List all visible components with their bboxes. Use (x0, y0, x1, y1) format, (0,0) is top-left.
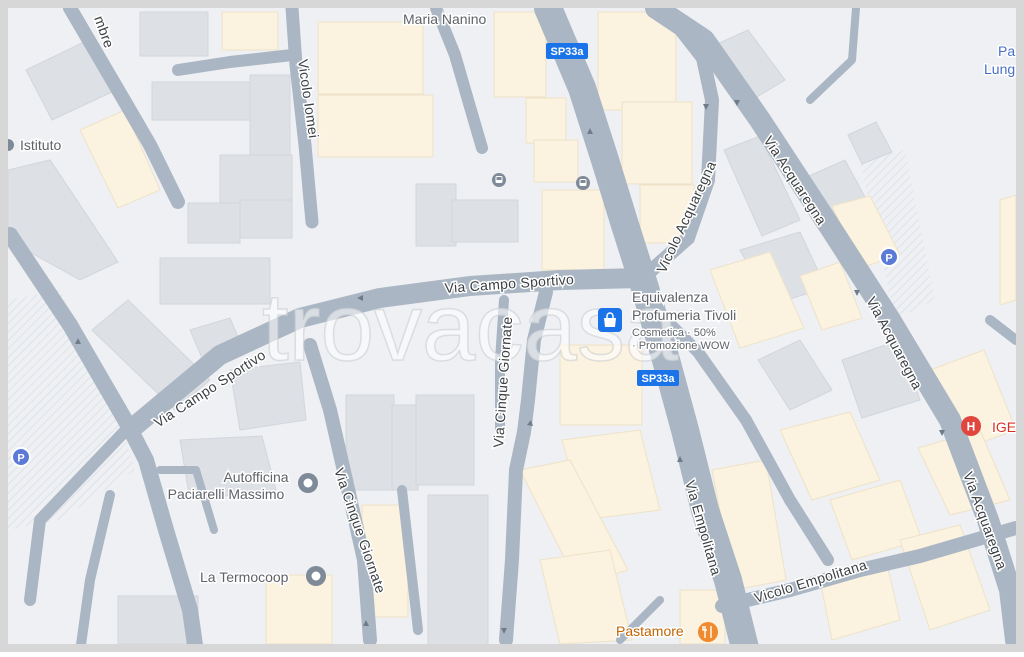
poi-desc-equivalenza-line2: · Promozione WOW (632, 340, 730, 352)
place-label-maria-nanino[interactable]: Maria Nanino (402, 10, 488, 29)
svg-text:SP33a: SP33a (641, 373, 675, 385)
bus-stop-icon[interactable] (492, 173, 506, 187)
poi-label-equivalenza-line1: Equivalenza (632, 289, 708, 305)
svg-text:H: H (967, 420, 976, 434)
poi-label-la-termocoop: La Termocoop (200, 569, 289, 585)
parking-icon[interactable]: P (879, 247, 899, 267)
route-shield-south[interactable]: SP33a (637, 370, 679, 386)
poi-label-equivalenza-line2: Profumeria Tivoli (632, 307, 736, 323)
poi-label-autofficina-line2: Paciarelli Massimo (168, 486, 285, 502)
bus-stop-icon[interactable] (576, 176, 590, 190)
place-label-lung[interactable]: Lung (983, 60, 1017, 79)
poi-label-autofficina-line1: Autofficina (223, 469, 288, 485)
parking-icon[interactable]: P (11, 447, 31, 467)
poi-label-pastamore: Pastamore (616, 623, 684, 639)
poi-desc-equivalenza-line1: Cosmetica · 50% (632, 327, 716, 339)
poi-label-ige: IGE (992, 419, 1016, 435)
route-shield-north[interactable]: SP33a (546, 43, 588, 59)
map-canvas[interactable]: trovacasa Via Campo Sportivo Via Campo S… (0, 0, 1024, 652)
map-view[interactable]: trovacasa Via Campo Sportivo Via Campo S… (0, 0, 1024, 652)
svg-text:P: P (17, 453, 24, 465)
svg-text:SP33a: SP33a (550, 46, 584, 58)
restaurant-icon (698, 622, 718, 642)
place-label-pa[interactable]: Pa (997, 42, 1017, 61)
svg-text:P: P (885, 253, 892, 265)
poi-label-istituto: Istituto (20, 137, 61, 153)
